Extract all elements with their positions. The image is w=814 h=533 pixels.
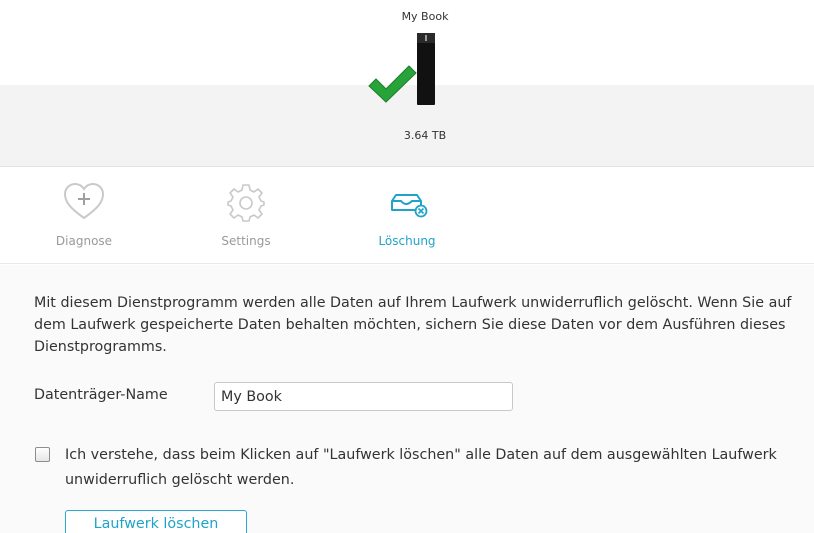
erase-drive-button[interactable]: Laufwerk löschen — [65, 510, 247, 533]
erase-panel: Mit diesem Dienstprogramm werden alle Da… — [0, 265, 814, 533]
heart-plus-icon — [63, 182, 105, 220]
volume-name-input[interactable] — [214, 382, 513, 411]
tab-settings[interactable]: Settings — [186, 168, 306, 264]
agree-text: Ich verstehe, dass beim Klicken auf "Lau… — [65, 447, 777, 488]
utility-tabs: Diagnose Settings Löschung — [0, 168, 814, 264]
tab-diagnose[interactable]: Diagnose — [24, 168, 144, 264]
checkmark-icon — [368, 65, 417, 103]
drive-erase-icon — [391, 194, 428, 218]
tab-diagnose-label: Diagnose — [55, 234, 113, 248]
tab-erase[interactable]: Löschung — [347, 168, 467, 264]
gear-icon — [227, 184, 265, 222]
tab-erase-label: Löschung — [378, 234, 436, 248]
drive-capacity: 3.64 TB — [403, 129, 447, 142]
tab-settings-label: Settings — [221, 234, 271, 248]
device-name: My Book — [401, 10, 449, 23]
volume-name-label: Datenträger-Name — [34, 387, 168, 403]
agree-checkbox[interactable] — [35, 447, 50, 462]
erase-description: Mit diesem Dienstprogramm werden alle Da… — [34, 295, 792, 355]
drive-image — [417, 33, 435, 105]
